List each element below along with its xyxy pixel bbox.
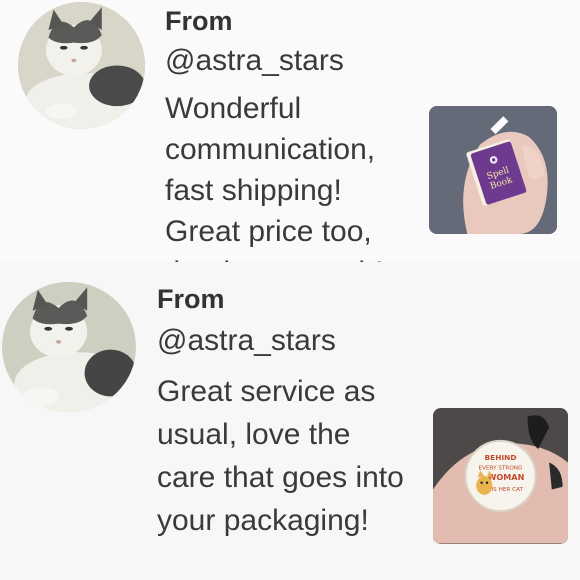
from-label: From [157,284,225,314]
reviewer-handle[interactable]: @astra_stars [157,324,336,358]
spell-book-pin-photo: Spell Book [429,106,557,234]
pin-text: BEHIND [484,453,516,462]
cat-avatar-image [18,2,145,129]
cat-avatar-image [4,282,136,412]
pin-text: WOMAN [487,472,524,482]
strong-woman-cat-pin-photo: BEHIND EVERY STRONG WOMAN IS HER CAT [433,408,568,544]
reviewer-handle[interactable]: @astra_stars [165,44,344,78]
review-photo[interactable]: BEHIND EVERY STRONG WOMAN IS HER CAT [433,408,568,544]
pin-text: EVERY STRONG [479,465,523,471]
review-item: From @astra_stars Great service as usual… [0,262,580,580]
avatar[interactable] [18,2,145,129]
review-photo[interactable]: Spell Book [429,106,557,234]
from-label: From [165,6,233,36]
review-text: Great service as usual, love the care th… [157,375,404,537]
review-item: From @astra_stars Wonderful communicatio… [0,0,580,289]
avatar[interactable] [2,282,136,412]
pin-text: IS HER CAT [492,487,524,493]
